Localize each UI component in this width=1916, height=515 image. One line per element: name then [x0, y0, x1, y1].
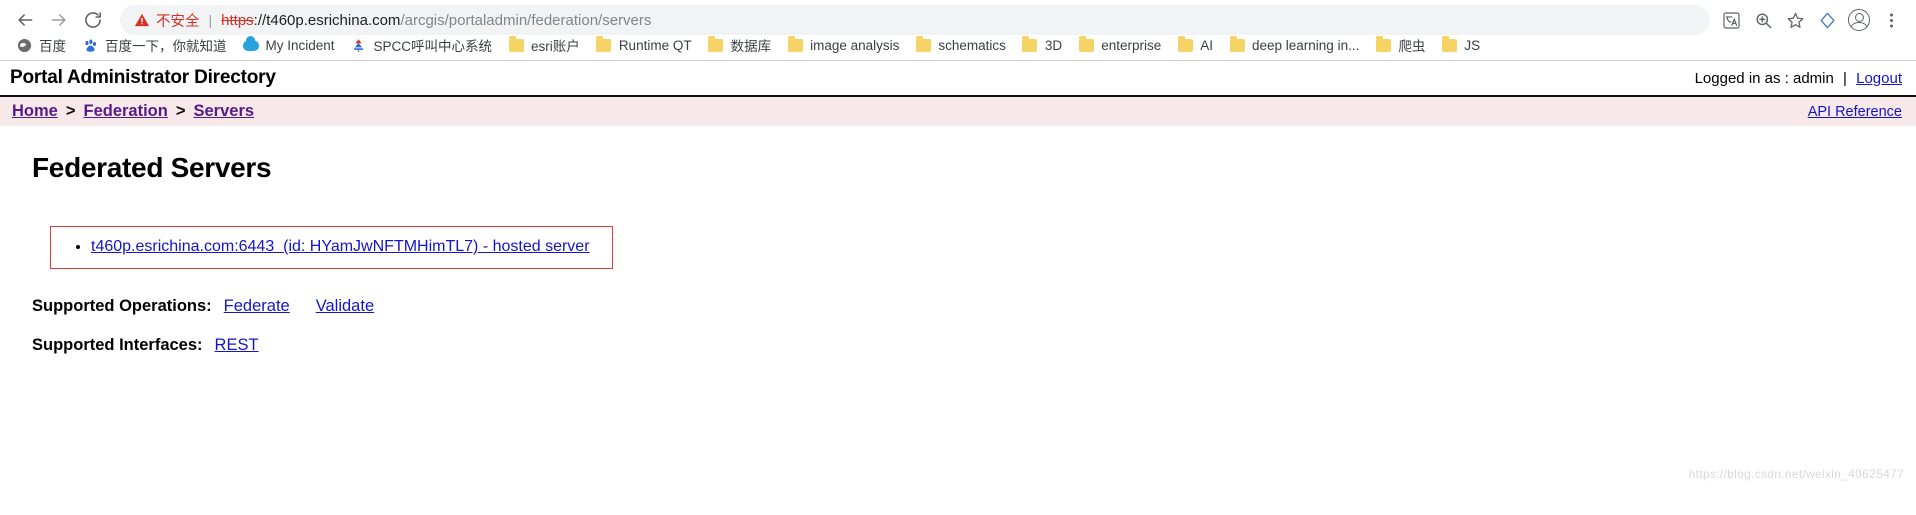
bookmark-label: esri账户 [531, 39, 580, 54]
zoom-icon[interactable] [1748, 5, 1778, 35]
menu-icon[interactable] [1876, 5, 1906, 35]
folder-icon [1229, 36, 1245, 53]
bookmark-folder-database[interactable]: 数据库 [700, 34, 780, 56]
omnibox-separator: | [208, 12, 213, 28]
page-content: Portal Administrator Directory Logged in… [0, 60, 1916, 487]
bookmark-folder-schematics[interactable]: schematics [907, 34, 1014, 56]
federated-server-link[interactable]: t460p.esrichina.com:6443 (id: HYamJwNFTM… [91, 238, 590, 255]
validate-link[interactable]: Validate [316, 297, 374, 316]
login-status: Logged in as : admin | Logout [1695, 70, 1902, 87]
api-reference-link[interactable]: API Reference [1808, 104, 1902, 120]
breadcrumb-separator: > [65, 102, 76, 120]
folder-icon [708, 36, 724, 53]
supported-operations-row: Supported Operations: Federate Validate [32, 297, 1916, 316]
federate-link[interactable]: Federate [224, 297, 290, 316]
bookmark-label: 3D [1044, 37, 1063, 53]
logged-in-label: Logged in as : admin [1694, 69, 1834, 87]
main-content: Federated Servers t460p.esrichina.com:64… [0, 126, 1916, 355]
page-title: Portal Administrator Directory [10, 67, 276, 88]
baidu-paw-icon [82, 37, 98, 53]
baidu-globe-icon [16, 37, 32, 53]
bookmark-folder-esri-account[interactable]: esri账户 [500, 34, 588, 56]
bookmark-folder-3d[interactable]: 3D [1014, 34, 1070, 56]
bookmark-star-icon[interactable] [1780, 5, 1810, 35]
bookmark-folder-deep-learning[interactable]: deep learning in... [1221, 34, 1367, 56]
bookmark-label: schematics [938, 37, 1006, 53]
list-item: t460p.esrichina.com:6443 (id: HYamJwNFTM… [91, 236, 590, 258]
url-scheme-suffix: :// [253, 11, 267, 29]
federated-server-list: t460p.esrichina.com:6443 (id: HYamJwNFTM… [69, 236, 590, 258]
breadcrumb-item-home[interactable]: Home [12, 102, 58, 121]
bookmark-label: deep learning in... [1252, 37, 1360, 53]
login-separator: | [1843, 69, 1847, 87]
supported-operations-links: Federate Validate [224, 297, 374, 316]
navigation-toolbar: 不安全 | https://t460p.esrichina.com/arcgis… [0, 4, 1916, 36]
breadcrumb-item-servers[interactable]: Servers [193, 102, 254, 121]
forward-button[interactable] [44, 5, 74, 35]
bookmark-baidu[interactable]: 百度 [8, 34, 74, 56]
bookmark-label: SPCC呼叫中心系统 [373, 39, 493, 54]
folder-icon [1022, 36, 1038, 53]
bookmark-folder-enterprise[interactable]: enterprise [1070, 34, 1169, 56]
federated-servers-panel: t460p.esrichina.com:6443 (id: HYamJwNFTM… [50, 226, 613, 269]
url-host: t460p.esrichina.com [266, 11, 401, 29]
bookmark-folder-ai[interactable]: AI [1169, 34, 1221, 56]
bookmark-label: 爬虫 [1398, 39, 1426, 54]
bookmark-label: AI [1200, 37, 1213, 53]
security-status-label: 不安全 [156, 13, 200, 30]
reload-button[interactable] [78, 5, 108, 35]
browser-chrome: 不安全 | https://t460p.esrichina.com/arcgis… [0, 0, 1916, 60]
bookmark-label: image analysis [810, 37, 900, 53]
bookmark-spcc[interactable]: SPCC呼叫中心系统 [343, 34, 501, 56]
supported-interfaces-label: Supported Interfaces: [32, 335, 203, 354]
page-heading: Federated Servers [32, 152, 272, 183]
bookmark-label: Runtime QT [618, 37, 692, 53]
url-path: /arcgis/portaladmin/federation/servers [400, 11, 652, 29]
folder-icon [508, 36, 524, 53]
extension-icon[interactable] [1812, 5, 1842, 35]
folder-icon [787, 36, 803, 53]
supported-operations-label: Supported Operations: [32, 296, 212, 315]
browser-toolbar-actions [1716, 5, 1906, 35]
cloud-icon [242, 35, 259, 53]
url-scheme: https [221, 11, 254, 29]
bookmark-folder-image-analysis[interactable]: image analysis [779, 34, 907, 56]
folder-icon [915, 36, 931, 53]
rest-link[interactable]: REST [215, 336, 259, 355]
bookmark-folder-runtime-qt[interactable]: Runtime QT [588, 34, 700, 56]
breadcrumb-item-federation[interactable]: Federation [83, 102, 167, 121]
back-button[interactable] [10, 5, 40, 35]
breadcrumb-separator: > [175, 102, 186, 120]
folder-icon [1375, 36, 1391, 53]
bookmark-my-incident[interactable]: My Incident [235, 34, 343, 56]
bookmark-folder-crawler[interactable]: 爬虫 [1367, 34, 1433, 56]
warning-triangle-icon [134, 12, 150, 28]
profile-icon[interactable] [1844, 5, 1874, 35]
bookmark-label: JS [1464, 37, 1481, 53]
watermark: https://blog.csdn.net/weixin_40625477 [1688, 467, 1904, 481]
breadcrumb: Home > Federation > Servers API Referenc… [0, 95, 1916, 126]
bookmark-label: My Incident [265, 37, 335, 53]
translate-icon[interactable] [1716, 5, 1746, 35]
breadcrumb-links: Home > Federation > Servers [12, 102, 254, 121]
folder-icon [596, 36, 612, 53]
supported-interfaces-links: REST [215, 336, 259, 355]
avatar [1848, 9, 1870, 31]
folder-icon [1441, 36, 1457, 53]
bookmark-label: 数据库 [730, 39, 772, 54]
address-bar[interactable]: 不安全 | https://t460p.esrichina.com/arcgis… [120, 5, 1710, 35]
bookmark-label: 百度 [39, 39, 66, 54]
logout-link[interactable]: Logout [1856, 70, 1902, 87]
tree-icon [351, 37, 367, 53]
bookmark-folder-js[interactable]: JS [1433, 34, 1488, 56]
bookmark-baidu-search[interactable]: 百度一下，你就知道 [74, 34, 235, 56]
bookmark-label: 百度一下，你就知道 [105, 39, 227, 54]
portal-header: Portal Administrator Directory Logged in… [0, 61, 1916, 95]
url-text: https://t460p.esrichina.com/arcgis/porta… [221, 12, 1696, 29]
bookmark-label: enterprise [1101, 37, 1162, 53]
folder-icon [1177, 36, 1193, 53]
supported-interfaces-row: Supported Interfaces: REST [32, 336, 1916, 355]
folder-icon [1078, 36, 1094, 53]
